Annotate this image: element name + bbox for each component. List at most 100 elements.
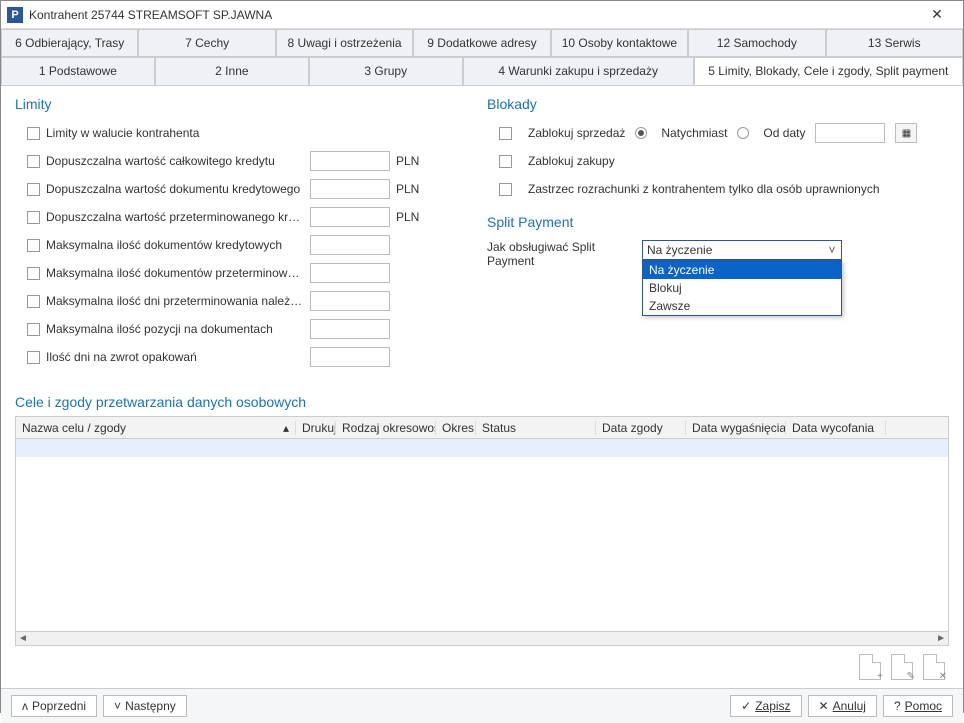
doc-delete-icon[interactable]: ✕ [923, 654, 945, 680]
limity-section: Limity Limity w walucie kontrahenta Dopus… [15, 96, 477, 374]
grid-column-header[interactable]: Data wycofania [786, 421, 886, 435]
nastepny-button[interactable]: ˅ Następny [103, 695, 187, 717]
grid-header: Nazwa celu / zgody ▴DrukujRodzaj okresow… [16, 417, 948, 439]
limity-input[interactable] [310, 235, 390, 255]
tab[interactable]: 13 Serwis [826, 29, 963, 56]
tab[interactable]: 9 Dodatkowe adresy [413, 29, 550, 56]
limity-label: Ilość dni na zwrot opakowań [46, 350, 306, 364]
app-icon: P [7, 7, 23, 23]
limity-input[interactable] [310, 151, 390, 171]
limity-checkbox[interactable] [27, 183, 40, 196]
limity-label: Dopuszczalna wartość przeterminowanego k… [46, 210, 306, 224]
titlebar: P Kontrahent 25744 STREAMSOFT SP.JAWNA ✕ [1, 1, 963, 29]
x-icon: ✕ [819, 699, 829, 713]
limity-checkbox[interactable] [27, 239, 40, 252]
blokady-title: Blokady [487, 96, 949, 112]
help-icon: ? [894, 699, 901, 713]
grid-column-header[interactable]: Drukuj [296, 421, 336, 435]
doc-actions: + ✎ ✕ [1, 646, 963, 688]
doc-edit-icon[interactable]: ✎ [891, 654, 913, 680]
grid-column-header[interactable]: Data zgody [596, 421, 686, 435]
horizontal-scrollbar[interactable]: ◄► [16, 631, 948, 645]
calendar-icon[interactable]: ▦ [895, 123, 917, 143]
zablokuj-zakupy-checkbox[interactable] [499, 155, 512, 168]
zapisz-button[interactable]: ✓ Zapisz [730, 695, 801, 717]
limity-label: Maksymalna ilość dokumentów przeterminow… [46, 266, 306, 280]
limity-checkbox[interactable] [27, 127, 40, 140]
limity-input[interactable] [310, 347, 390, 367]
split-payment-label: Jak obsługiwać Split Payment [487, 240, 642, 268]
zastrzec-checkbox[interactable] [499, 183, 512, 196]
tab[interactable]: 5 Limity, Blokady, Cele i zgody, Split p… [694, 57, 963, 85]
tab[interactable]: 12 Samochody [688, 29, 825, 56]
split-payment-title: Split Payment [487, 214, 949, 230]
limity-label: Dopuszczalna wartość całkowitego kredytu [46, 154, 306, 168]
limity-unit: PLN [396, 210, 419, 224]
split-payment-dropdown: Na życzenieBlokujZawsze [642, 260, 842, 316]
tabs-row-2: 1 Podstawowe2 Inne3 Grupy4 Warunki zakup… [1, 57, 963, 86]
tab[interactable]: 2 Inne [155, 57, 309, 85]
split-payment-combo[interactable]: Na życzenie ˅ [642, 240, 842, 260]
od-daty-radio[interactable] [737, 127, 749, 139]
zablokuj-zakupy-label: Zablokuj zakupy [528, 154, 615, 168]
tab[interactable]: 10 Osoby kontaktowe [551, 29, 688, 56]
limity-checkbox[interactable] [27, 267, 40, 280]
zastrzec-label: Zastrzec rozrachunki z kontrahentem tylk… [528, 182, 880, 196]
limity-checkbox[interactable] [27, 211, 40, 224]
chevron-down-icon: ˅ [825, 243, 839, 257]
grid-column-header[interactable]: Rodzaj okresowości [336, 421, 436, 435]
limity-label: Limity w walucie kontrahenta [46, 126, 306, 140]
zablokuj-sprzedaz-checkbox[interactable] [499, 127, 512, 140]
tab[interactable]: 7 Cechy [138, 29, 275, 56]
limity-input[interactable] [310, 179, 390, 199]
tab[interactable]: 3 Grupy [309, 57, 463, 85]
cele-grid: Nazwa celu / zgody ▴DrukujRodzaj okresow… [15, 416, 949, 646]
anuluj-button[interactable]: ✕ Anuluj [808, 695, 877, 717]
grid-column-header[interactable]: Nazwa celu / zgody ▴ [16, 421, 296, 435]
check-icon: ✓ [741, 699, 751, 713]
grid-column-header[interactable]: Status [476, 421, 596, 435]
limity-label: Dopuszczalna wartość dokumentu kredytowe… [46, 182, 306, 196]
split-payment-value: Na życzenie [647, 243, 712, 257]
chevron-up-icon: ʌ [22, 699, 28, 713]
limity-unit: PLN [396, 182, 419, 196]
close-icon[interactable]: ✕ [917, 6, 957, 23]
poprzedni-button[interactable]: ʌ Poprzedni [11, 695, 97, 717]
limity-checkbox[interactable] [27, 155, 40, 168]
window-title: Kontrahent 25744 STREAMSOFT SP.JAWNA [29, 8, 917, 22]
od-daty-label: Od daty [763, 126, 805, 140]
limity-input[interactable] [310, 207, 390, 227]
limity-input[interactable] [310, 291, 390, 311]
tab[interactable]: 1 Podstawowe [1, 57, 155, 85]
split-payment-option[interactable]: Na życzenie [643, 261, 841, 279]
limity-input[interactable] [310, 263, 390, 283]
natychmiast-label: Natychmiast [661, 126, 727, 140]
limity-input[interactable] [310, 319, 390, 339]
limity-checkbox[interactable] [27, 351, 40, 364]
grid-row-selected[interactable] [16, 439, 948, 457]
limity-checkbox[interactable] [27, 323, 40, 336]
tab[interactable]: 6 Odbierający, Trasy [1, 29, 138, 56]
doc-add-icon[interactable]: + [859, 654, 881, 680]
tab[interactable]: 4 Warunki zakupu i sprzedaży [463, 57, 694, 85]
chevron-down-icon: ˅ [114, 699, 121, 713]
tabs-row-1: 6 Odbierający, Trasy7 Cechy8 Uwagi i ost… [1, 29, 963, 57]
limity-label: Maksymalna ilość dni przeterminowania na… [46, 294, 306, 308]
natychmiast-radio[interactable] [635, 127, 647, 139]
limity-title: Limity [15, 96, 477, 112]
pomoc-button[interactable]: ? Pomoc [883, 695, 953, 717]
limity-checkbox[interactable] [27, 295, 40, 308]
grid-column-header[interactable]: Okres [436, 421, 476, 435]
grid-column-header[interactable]: Data wygaśnięcia [686, 421, 786, 435]
limity-label: Maksymalna ilość dokumentów kredytowych [46, 238, 306, 252]
zablokuj-sprzedaz-label: Zablokuj sprzedaż [528, 126, 625, 140]
limity-label: Maksymalna ilość pozycji na dokumentach [46, 322, 306, 336]
tab[interactable]: 8 Uwagi i ostrzeżenia [276, 29, 413, 56]
cele-title: Cele i zgody przetwarzania danych osobow… [15, 394, 949, 410]
split-payment-option[interactable]: Blokuj [643, 279, 841, 297]
split-payment-option[interactable]: Zawsze [643, 297, 841, 315]
blokady-section: Blokady Zablokuj sprzedaż Natychmiast Od… [487, 96, 949, 374]
od-daty-input[interactable] [815, 123, 885, 143]
grid-body [16, 439, 948, 629]
footer: ʌ Poprzedni ˅ Następny ✓ Zapisz ✕ Anuluj… [1, 688, 963, 723]
